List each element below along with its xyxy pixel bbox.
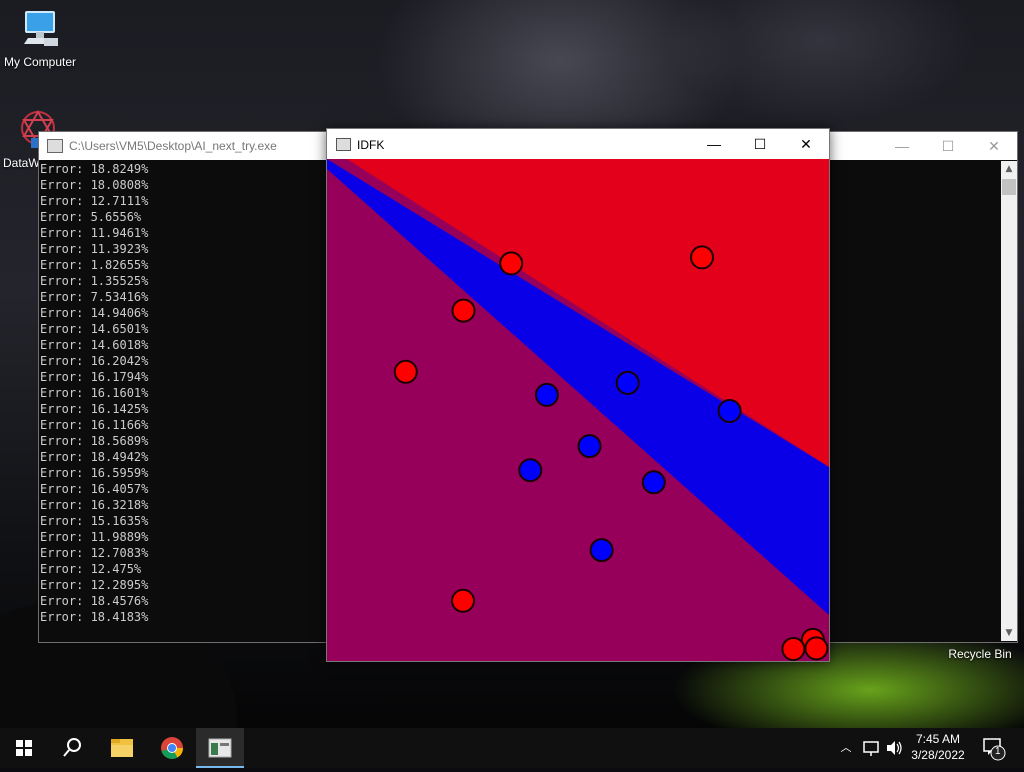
- red-data-point: [393, 359, 418, 384]
- network-icon[interactable]: [862, 728, 880, 768]
- desktop-icon-label: DataW: [3, 156, 40, 170]
- desktop-icon-label: Recycle Bin: [948, 647, 1012, 661]
- taskbar-chrome[interactable]: [148, 728, 196, 768]
- clock-date: 3/28/2022: [911, 748, 965, 762]
- start-button[interactable]: [0, 728, 48, 768]
- idfk-titlebar[interactable]: IDFK — ☐ ✕: [327, 129, 829, 159]
- console-scrollbar[interactable]: ▲ ▼: [1001, 161, 1017, 641]
- search-icon: [63, 738, 81, 757]
- notification-center-button[interactable]: 1: [978, 728, 1018, 768]
- console-app-icon: [208, 738, 232, 758]
- console-title: C:\Users\VM5\Desktop\AI_next_try.exe: [69, 139, 277, 153]
- blue-data-point: [577, 434, 602, 459]
- red-data-point: [499, 251, 524, 276]
- close-button[interactable]: ✕: [971, 132, 1017, 160]
- red-data-point: [690, 245, 714, 270]
- minimize-button[interactable]: —: [879, 132, 925, 160]
- blue-data-point: [534, 382, 559, 407]
- red-data-point: [451, 298, 476, 323]
- close-button[interactable]: ✕: [783, 129, 829, 159]
- desktop-icon-label: My Computer: [3, 55, 77, 69]
- maximize-button[interactable]: ☐: [925, 132, 971, 160]
- red-data-point: [781, 637, 806, 661]
- notification-count: 1: [995, 746, 1001, 757]
- clock[interactable]: 7:45 AM 3/28/2022: [904, 728, 972, 768]
- computer-icon: [24, 11, 58, 46]
- taskbar-file-explorer[interactable]: [98, 728, 146, 768]
- blue-data-point: [641, 470, 666, 495]
- clock-time: 7:45 AM: [915, 732, 961, 746]
- blue-data-point: [615, 370, 640, 395]
- scroll-down-icon[interactable]: ▼: [1001, 625, 1017, 641]
- scrollbar-thumb[interactable]: [1002, 179, 1016, 195]
- show-hidden-icons-chevron-icon[interactable]: ︿: [836, 728, 856, 768]
- taskbar-search-button[interactable]: [48, 728, 96, 768]
- file-explorer-icon: [111, 739, 133, 757]
- volume-icon[interactable]: [884, 728, 904, 768]
- idfk-title: IDFK: [357, 138, 385, 152]
- decision-boundary-plot: [327, 159, 829, 661]
- blue-data-point: [589, 538, 614, 563]
- desktop-icon-my-computer[interactable]: My Computer: [2, 8, 78, 69]
- idfk-window[interactable]: IDFK — ☐ ✕: [326, 128, 830, 662]
- windows-start-icon: [16, 740, 32, 756]
- red-data-point: [804, 636, 829, 661]
- taskbar-console-app[interactable]: [196, 728, 244, 768]
- desktop-icon-dataw[interactable]: DataW: [0, 108, 55, 170]
- console-app-icon: [47, 139, 63, 153]
- maximize-button[interactable]: ☐: [737, 129, 783, 159]
- red-data-point: [451, 588, 475, 613]
- decision-boundary-canvas[interactable]: [327, 159, 829, 661]
- chrome-icon: [161, 737, 183, 759]
- minimize-button[interactable]: —: [691, 129, 737, 159]
- scroll-up-icon[interactable]: ▲: [1001, 161, 1017, 177]
- taskbar: ︿ 7:45 AM 3/28/2022 1: [0, 728, 1024, 768]
- blue-data-point: [717, 399, 742, 423]
- idfk-app-icon: [336, 138, 351, 151]
- blue-data-point: [518, 458, 543, 483]
